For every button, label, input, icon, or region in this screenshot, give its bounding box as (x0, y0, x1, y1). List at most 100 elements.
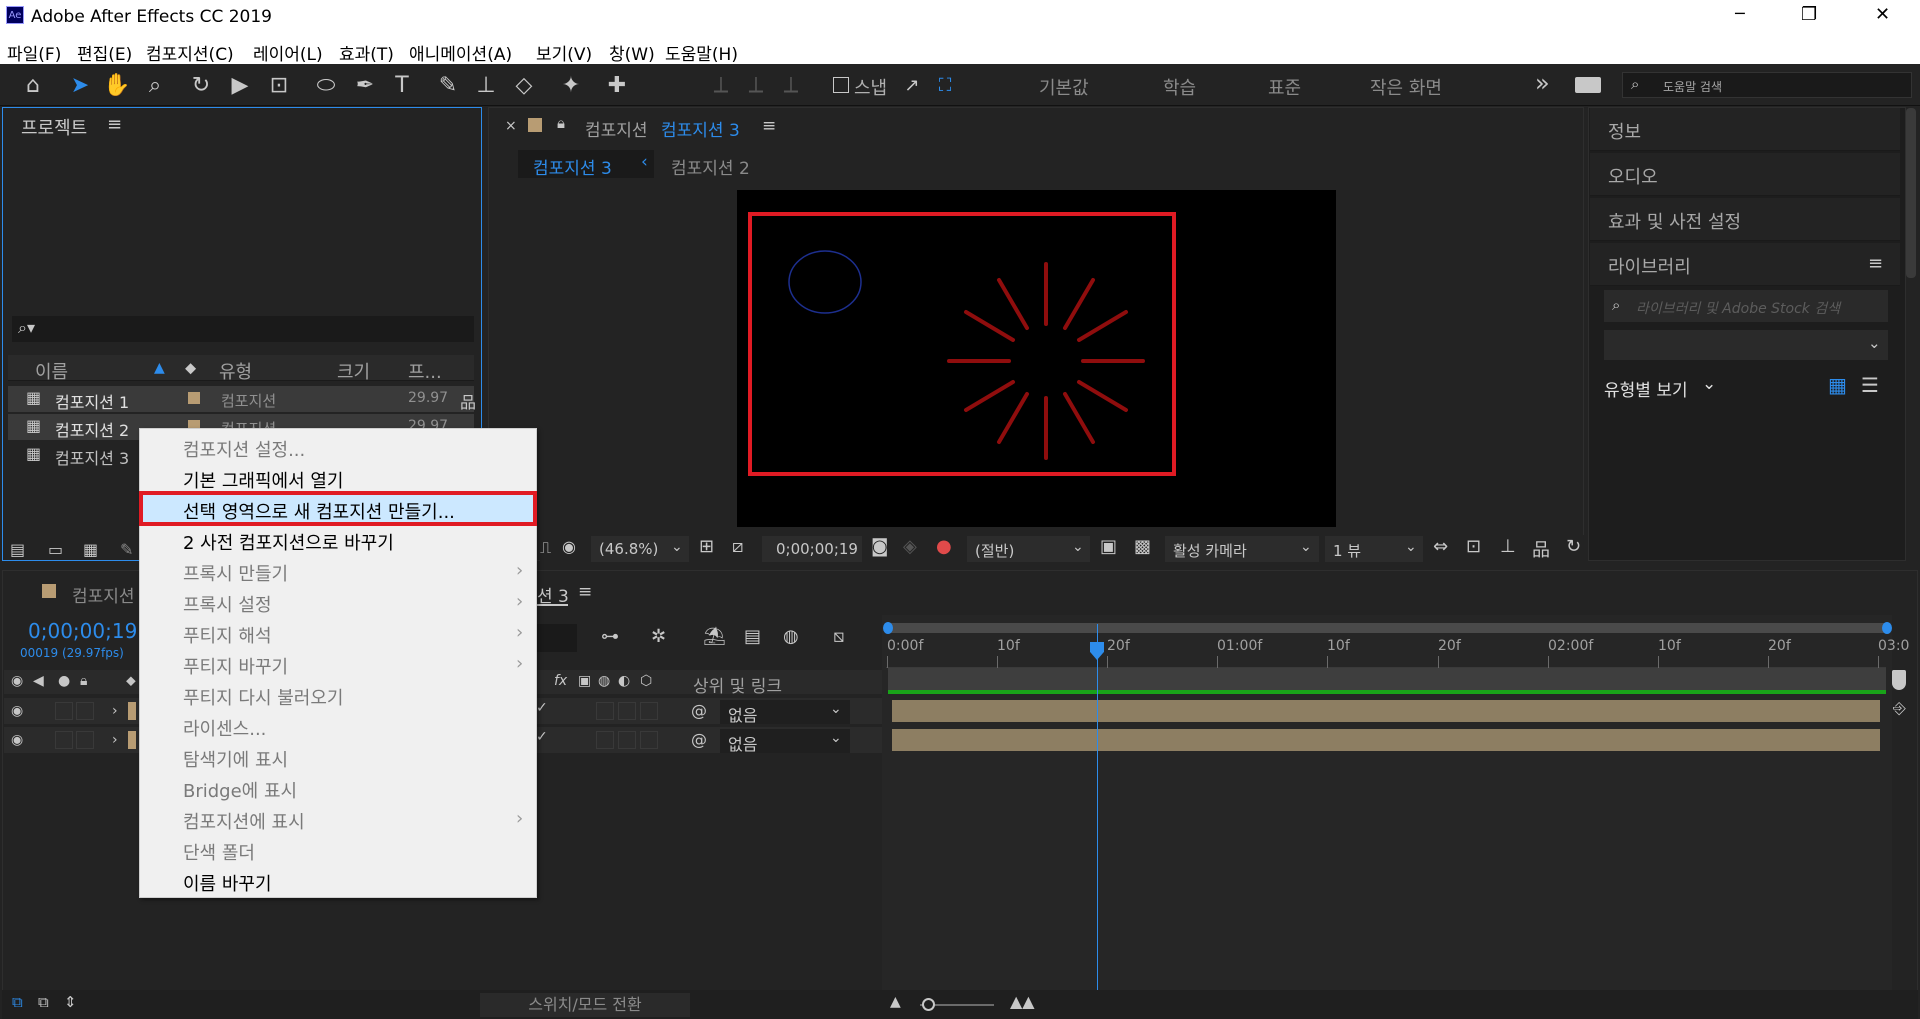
transfer-controls-toggle-icon[interactable]: ⧉ (38, 993, 49, 1011)
motion-blur-icon[interactable]: ◍ (783, 626, 799, 647)
breadcrumb-item[interactable]: 컴포지션 2 (671, 154, 750, 179)
context-menu-item[interactable]: 라이센스... (183, 715, 266, 741)
layer-label-color[interactable] (128, 702, 136, 720)
comp-panel-title-name[interactable]: 컴포지션 3 (661, 116, 740, 141)
layer-search-input[interactable] (535, 624, 577, 652)
context-menu-item[interactable]: 2 사전 컴포지션으로 바꾸기 (183, 529, 394, 555)
column-frame-rate-header[interactable]: 프... (408, 358, 442, 384)
switch-box[interactable] (596, 731, 614, 749)
context-menu-item[interactable]: 선택 영역으로 새 컴포지션 만들기... (183, 498, 455, 524)
rotate-tool-icon[interactable]: ↻ (186, 70, 216, 100)
hand-tool-icon[interactable]: ✋ (102, 70, 132, 100)
pen-tool-icon[interactable]: ✒ (350, 70, 380, 100)
zoom-tool-icon[interactable]: ⌕ (140, 70, 170, 100)
expand-arrow-icon[interactable]: › (112, 703, 118, 719)
pick-whip-icon[interactable]: @ (691, 701, 707, 720)
show-snapshot-icon[interactable]: ◈ (903, 536, 917, 557)
resolution-dropdown[interactable]: (절반) ⌄ (967, 536, 1090, 562)
fit-to-frame-icon[interactable]: ⊞ (699, 536, 714, 557)
interpret-footage-icon[interactable]: ▤ (10, 540, 25, 559)
column-name-header[interactable]: 이름 (35, 358, 68, 384)
list-view-icon[interactable]: ☰ (1861, 373, 1879, 397)
menu-item[interactable]: 파일(F) (7, 40, 61, 65)
context-menu-item[interactable]: 푸티지 다시 불러오기 (183, 684, 343, 710)
zoom-out-mountain-icon[interactable]: ▲ (890, 994, 901, 1010)
switch-check-icon[interactable]: ✓ (536, 729, 548, 745)
current-time-display[interactable]: 0;00;00;19 (28, 619, 137, 643)
menu-item[interactable]: 보기(V) (536, 40, 592, 65)
solo-switch[interactable] (55, 731, 73, 749)
graph-editor-icon[interactable]: ⧅ (833, 626, 844, 647)
transparency-grid-icon[interactable]: ▩ (1134, 536, 1151, 557)
right-panel-scrollbar[interactable] (1906, 108, 1916, 278)
timeline-zoom-thumb[interactable] (922, 998, 935, 1011)
menu-item[interactable]: 레이어(L) (253, 40, 323, 65)
parent-dropdown[interactable]: 없음 ⌄ (720, 700, 850, 725)
axis-world-icon[interactable]: ⟂ (741, 70, 771, 100)
flowchart-icon[interactable]: 品 (460, 389, 476, 413)
menu-item[interactable]: 편집(E) (77, 40, 132, 65)
close-tab-icon[interactable]: × (505, 118, 517, 134)
zoom-dropdown[interactable]: (46.8%) ⌄ (591, 536, 689, 562)
eraser-tool-icon[interactable]: ◇ (509, 70, 539, 100)
switch-box[interactable] (618, 702, 636, 720)
menu-item[interactable]: 창(W) (609, 40, 655, 65)
shy-layers-icon[interactable]: ⛱ (703, 626, 726, 647)
project-search-input[interactable]: ⌕▾ (12, 316, 474, 342)
context-menu-item[interactable]: 이름 바꾸기 (183, 870, 272, 896)
adjustment-layer-icon[interactable]: ◐ (618, 673, 630, 689)
solo-switch[interactable] (55, 702, 73, 720)
current-time-field[interactable]: 0;00;00;19 (762, 536, 862, 562)
timeline-panel-menu-icon[interactable]: ≡ (578, 582, 592, 602)
context-menu-item[interactable]: 푸티지 바꾸기 (183, 653, 288, 679)
pan-behind-tool-icon[interactable]: ⊡ (264, 70, 294, 100)
fast-preview-icon[interactable]: ▣ (1100, 536, 1117, 557)
context-menu-item[interactable]: 컴포지션에 표시 (183, 808, 305, 834)
help-search-box[interactable]: ⌕ 도움말 검색 (1622, 72, 1912, 98)
layer-label-color[interactable] (128, 731, 136, 749)
column-type-header[interactable]: 유형 (219, 358, 252, 384)
lock-icon[interactable]: 🔒︎ (557, 114, 565, 132)
view-by-type-dropdown[interactable]: 유형별 보기 (1604, 376, 1688, 401)
fx-icon[interactable]: fx (554, 673, 567, 689)
context-menu-item[interactable]: 프록시 설정 (183, 591, 272, 617)
snap-checkbox[interactable] (833, 77, 849, 93)
layer-visibility-icon[interactable]: ◉ (11, 703, 23, 719)
motion-blur-switch-icon[interactable]: ◍ (598, 673, 610, 689)
libraries-menu-icon[interactable]: ≡ (1868, 253, 1883, 274)
playhead[interactable] (1097, 624, 1098, 990)
frame-blending-icon[interactable]: ▤ (744, 626, 761, 647)
snapshot-camera-icon[interactable]: ◙ (871, 536, 888, 557)
ellipse-tool-icon[interactable]: ⬭ (311, 70, 341, 100)
menu-item[interactable]: 효과(T) (339, 40, 394, 65)
workspace-learn[interactable]: 학습 (1163, 74, 1196, 100)
switch-box[interactable] (640, 731, 658, 749)
layer-switches-toggle-icon[interactable]: ⧉ (12, 993, 23, 1011)
type-tool-icon[interactable]: T (387, 70, 417, 100)
context-menu-item[interactable]: Bridge에 표시 (183, 777, 297, 803)
menu-item[interactable]: 컴포지션(C) (146, 40, 234, 65)
close-button[interactable]: ✕ (1875, 4, 1890, 25)
frame-blend-switch-icon[interactable]: ▣ (578, 673, 591, 689)
comp-mini-flowchart-icon[interactable]: ⊶ (601, 626, 619, 647)
context-menu-item[interactable]: 단색 폴더 (183, 839, 255, 865)
info-panel-tab[interactable]: 정보 (1590, 108, 1900, 151)
new-composition-icon[interactable]: ▦ (83, 540, 98, 559)
comp-marker-bin-icon[interactable]: ⎆ (1893, 698, 1906, 718)
project-panel-menu-icon[interactable]: ≡ (107, 114, 122, 135)
home-icon[interactable]: ⌂ (18, 70, 48, 100)
grid-view-icon[interactable]: ▦ (1828, 373, 1847, 397)
sort-ascending-icon[interactable]: ▲ (154, 360, 165, 376)
layer-visibility-icon[interactable]: ◉ (11, 732, 23, 748)
selection-tool-icon[interactable]: ➤ (65, 70, 95, 100)
axis-view-icon[interactable]: ⟂ (776, 70, 806, 100)
solo-icon[interactable]: ● (58, 673, 70, 689)
menu-item[interactable]: 도움말(H) (665, 40, 738, 65)
work-area-start-handle[interactable] (883, 622, 893, 634)
draft-3d-icon[interactable]: ✲ (651, 626, 666, 647)
comp-flowchart-icon[interactable]: 品 (1532, 536, 1550, 562)
column-size-header[interactable]: 크기 (337, 358, 370, 384)
new-folder-icon[interactable]: ▭ (48, 540, 63, 559)
brush-tool-icon[interactable]: ✎ (433, 70, 463, 100)
timeline-tab-prefix[interactable]: 컴포지션 (72, 582, 135, 607)
